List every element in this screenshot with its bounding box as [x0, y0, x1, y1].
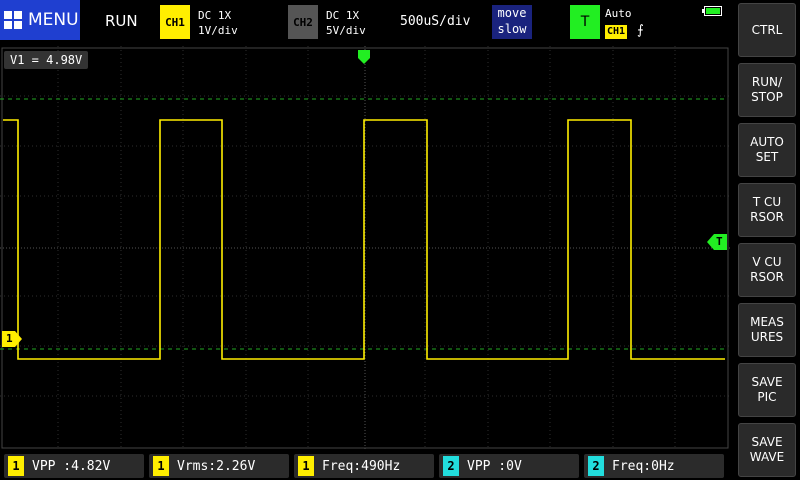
ch1-button[interactable]: CH1	[160, 5, 190, 39]
measurement-vpp-ch1[interactable]: 1 VPP :4.82V	[4, 454, 144, 478]
channel-badge: 1	[8, 456, 24, 476]
measurement-value: Freq:490Hz	[322, 458, 401, 474]
waveform-display[interactable]	[0, 46, 730, 450]
ch1-info: DC 1X 1V/div	[198, 8, 238, 38]
move-label: move	[497, 6, 527, 20]
t-cursor-button[interactable]: T CU RSOR	[738, 183, 796, 237]
ch2-info: DC 1X 5V/div	[326, 8, 366, 38]
auto-set-button[interactable]: AUTO SET	[738, 123, 796, 177]
ctrl-button[interactable]: CTRL	[738, 3, 796, 57]
measurement-vpp-ch2[interactable]: 2 VPP :0V	[439, 454, 579, 478]
measurement-freq-ch1[interactable]: 1 Freq:490Hz	[294, 454, 434, 478]
move-speed: slow	[497, 22, 527, 36]
trigger-button[interactable]: T	[570, 5, 600, 39]
function-sidebar: CTRL RUN/ STOP AUTO SET T CU RSOR V CU R…	[738, 0, 800, 480]
v-cursor-button[interactable]: V CU RSOR	[738, 243, 796, 297]
ch1-marker-label: 1	[6, 332, 13, 345]
trigger-mode: Auto	[605, 7, 632, 20]
run-stop-button[interactable]: RUN/ STOP	[738, 63, 796, 117]
menu-label: MENU	[28, 10, 79, 30]
grid-icon	[4, 11, 22, 29]
trigger-marker-label: T	[716, 235, 723, 248]
ch2-scale: 5V/div	[326, 24, 366, 37]
rising-edge-icon: ⨍	[637, 23, 644, 38]
save-pic-button[interactable]: SAVE PIC	[738, 363, 796, 417]
channel-badge: 1	[298, 456, 314, 476]
measurement-freq-ch2[interactable]: 2 Freq:0Hz	[584, 454, 724, 478]
move-speed-button[interactable]: move slow	[492, 5, 532, 39]
timebase[interactable]: 500uS/div	[400, 14, 470, 29]
channel-badge: 2	[588, 456, 604, 476]
channel-badge: 2	[443, 456, 459, 476]
battery-icon	[702, 6, 722, 16]
trigger-source: CH1	[605, 25, 628, 39]
ch1-scale: 1V/div	[198, 24, 238, 37]
measurement-value: Vrms:2.26V	[177, 458, 256, 474]
ch2-button[interactable]: CH2	[288, 5, 318, 39]
top-bar: MENU RUN CH1 DC 1X 1V/div CH2 DC 1X 5V/d…	[0, 0, 732, 44]
menu-button[interactable]: MENU	[0, 0, 80, 40]
measurement-value: Freq:0Hz	[612, 458, 675, 474]
ch2-coupling: DC 1X	[326, 9, 360, 22]
trigger-level-marker[interactable]: T	[707, 234, 727, 250]
ch1-coupling: DC 1X	[198, 9, 232, 22]
measurement-value: VPP :4.82V	[32, 458, 111, 474]
channel-badge: 1	[153, 456, 169, 476]
measures-button[interactable]: MEAS URES	[738, 303, 796, 357]
measurement-value: VPP :0V	[467, 458, 522, 474]
ch1-offset-marker[interactable]: 1	[2, 331, 22, 347]
run-state[interactable]: RUN	[105, 12, 138, 30]
measurement-vrms-ch1[interactable]: 1 Vrms:2.26V	[149, 454, 289, 478]
save-wave-button[interactable]: SAVE WAVE	[738, 423, 796, 477]
v1-readout: V1 = 4.98V	[4, 51, 89, 69]
